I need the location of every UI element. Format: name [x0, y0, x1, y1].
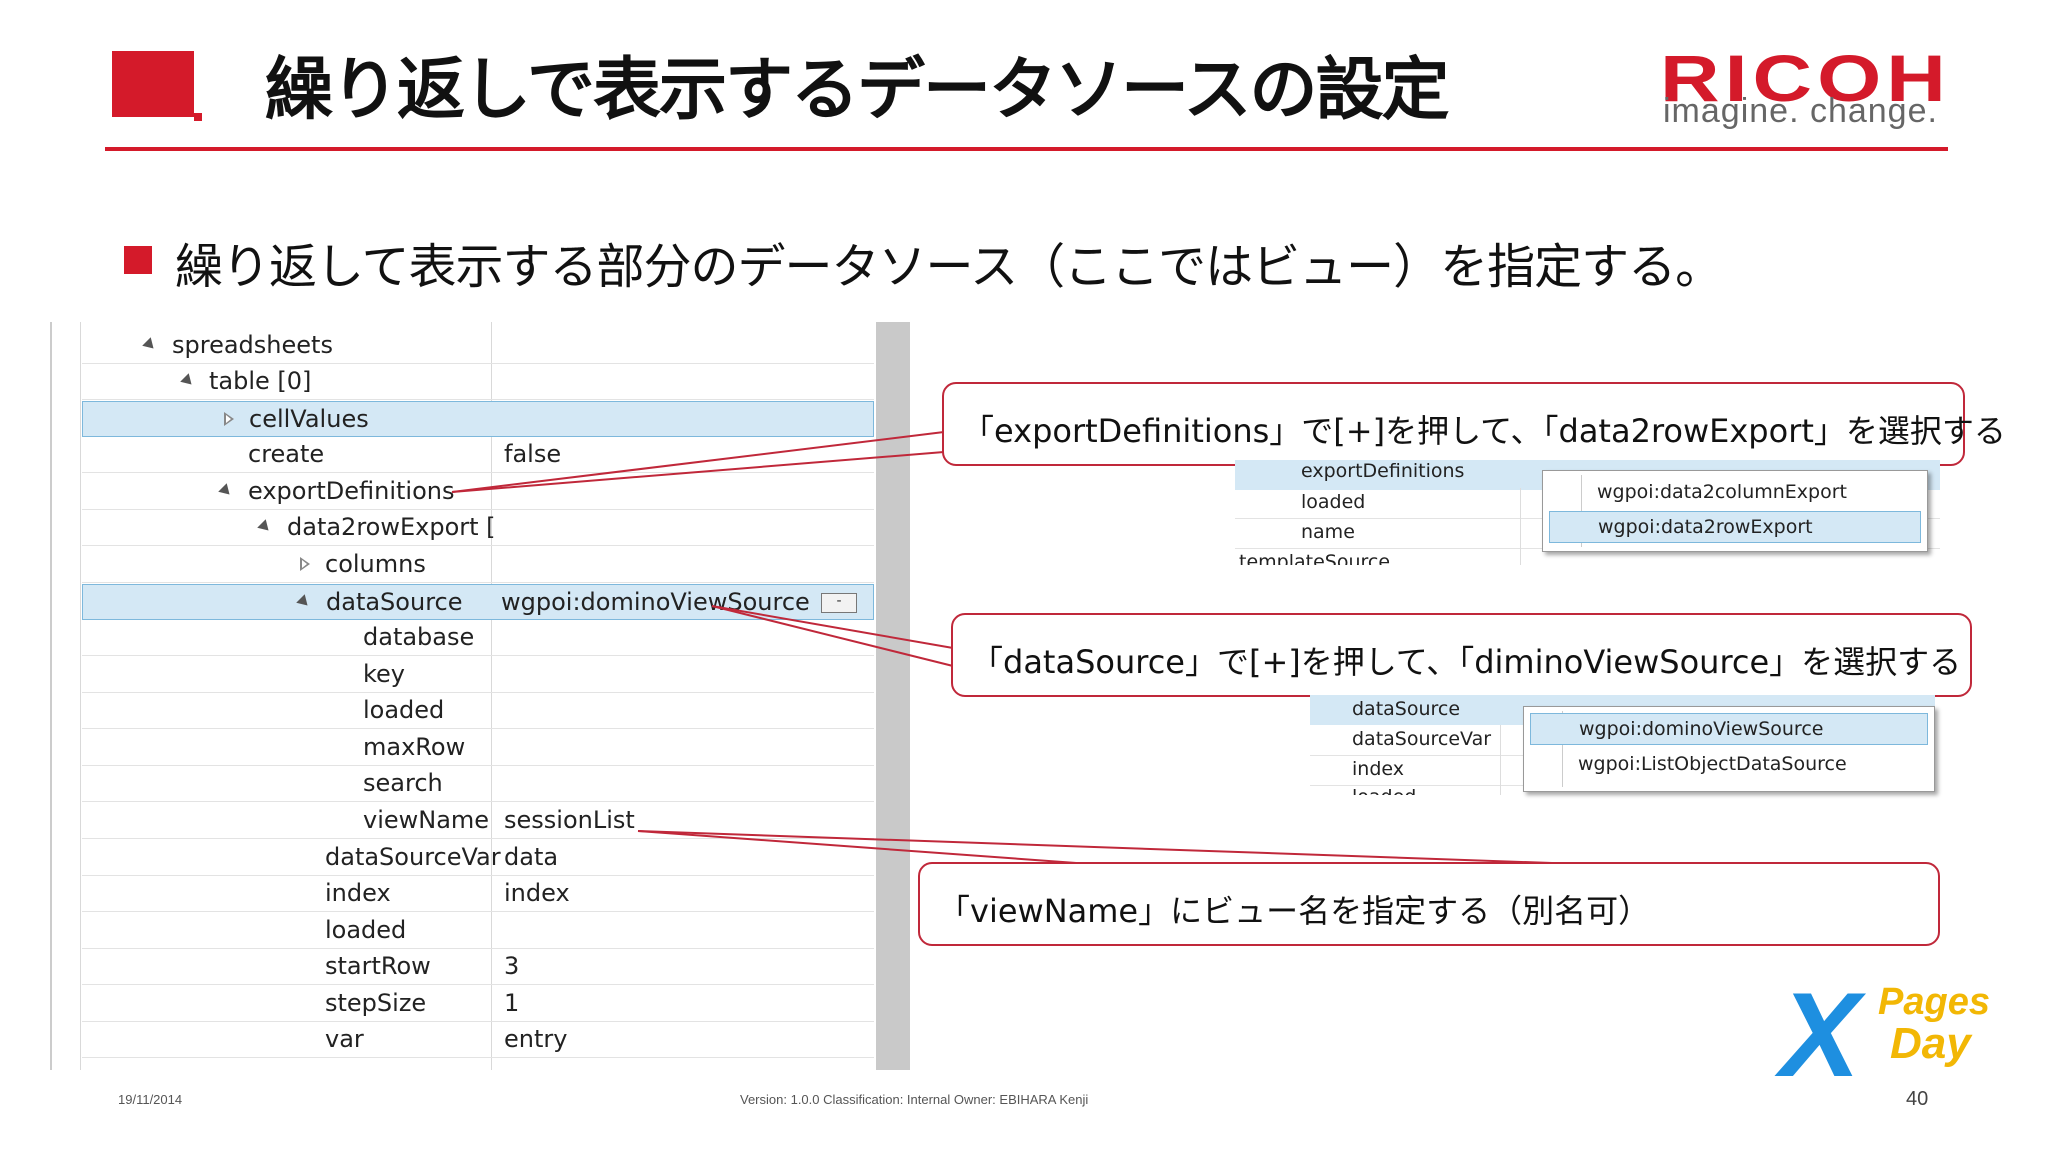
snippet-row-label: dataSourceVar: [1352, 728, 1492, 750]
callout-connector-lines: [451, 431, 1581, 865]
datasource-callout: 「dataSource」で[+]を押して、「diminoViewSource」を…: [951, 613, 1972, 697]
viewname-callout: 「viewName」にビュー名を指定する（別名可）: [918, 862, 1940, 946]
snippet-row-label: exportDefinitions: [1301, 460, 1465, 482]
xpages-day-logo-x: X: [1780, 968, 1861, 1102]
dropdown-option-selected[interactable]: wgpoi:dominoViewSource: [1530, 713, 1928, 745]
footer-date: 19/11/2014: [118, 1092, 183, 1107]
snippet-row-label: loaded: [1352, 786, 1416, 795]
export-type-dropdown[interactable]: wgpoi:data2columnExport wgpoi:data2rowEx…: [1542, 470, 1928, 552]
snippet-row-label: name: [1301, 521, 1355, 543]
snippet-row-label: loaded: [1301, 491, 1366, 513]
viewname-callout-text: 「viewName」にビュー名を指定する（別名可）: [938, 892, 1651, 930]
export-callout: 「exportDefinitions」で[+]を押して、「data2rowExp…: [942, 382, 2006, 466]
xpages-day-logo-day: Day: [1890, 1019, 1971, 1068]
viewname-connector-line: [637, 830, 1091, 865]
export-connector-line: [451, 431, 945, 493]
datasource-callout-text: 「dataSource」で[+]を押して、「diminoViewSource」を…: [971, 643, 1962, 681]
export-connector-line: [451, 451, 945, 493]
datasource-type-dropdown[interactable]: wgpoi:dominoViewSource wgpoi:ListObjectD…: [1523, 706, 1935, 792]
datasource-connector-line: [711, 605, 954, 667]
snippet-row-label: index: [1352, 758, 1404, 780]
footer-meta: Version: 1.0.0 Classification: Internal …: [740, 1092, 1089, 1107]
xpages-day-logo-pages: Pages: [1878, 981, 1990, 1023]
dropdown-option[interactable]: wgpoi:data2columnExport: [1549, 477, 1921, 509]
dropdown-option[interactable]: wgpoi:ListObjectDataSource: [1530, 749, 1928, 781]
snippet-column-divider: [1500, 725, 1501, 795]
viewname-connector-line: [637, 830, 1581, 865]
snippet-row-label: dataSource: [1352, 698, 1461, 720]
page-number: 40: [1906, 1088, 1929, 1110]
dropdown-option-selected[interactable]: wgpoi:data2rowExport: [1549, 511, 1921, 543]
snippet-row-label: templateSource: [1239, 551, 1391, 565]
snippet-column-divider: [1520, 488, 1521, 565]
datasource-connector-line: [711, 605, 954, 649]
export-callout-text: 「exportDefinitions」で[+]を押して、「data2rowExp…: [962, 412, 2006, 450]
